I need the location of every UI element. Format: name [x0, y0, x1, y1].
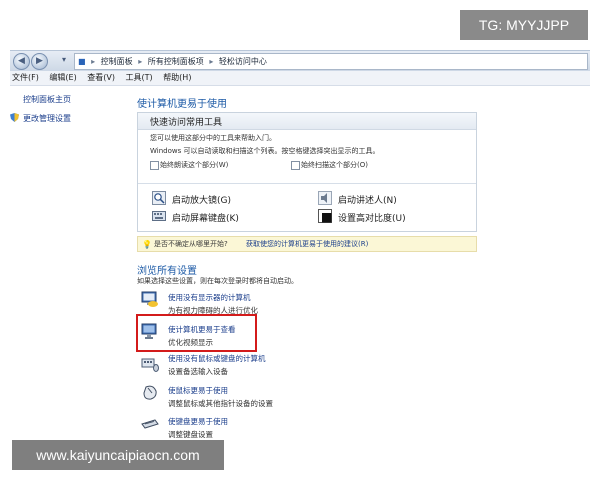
back-button[interactable]: ◀	[13, 53, 30, 70]
breadcrumb-separator: ▸	[138, 57, 143, 66]
page-title: 使计算机更易于使用	[137, 99, 227, 110]
start-magnifier-link[interactable]: 启动放大镜(G)	[172, 193, 231, 206]
mouse-icon	[143, 385, 157, 400]
suggestion-question: 是否不确定从哪里开始?	[154, 240, 228, 248]
category-mouse-easier-link[interactable]: 使鼠标更易于使用	[168, 385, 228, 396]
quick-access-title: 快速访问常用工具	[150, 118, 223, 128]
set-high-contrast-link[interactable]: 设置高对比度(U)	[338, 211, 406, 224]
control-panel-home-link[interactable]: 控制面板主页	[23, 94, 71, 105]
breadcrumb-separator: ▸	[91, 57, 96, 66]
menu-tools[interactable]: 工具(T)	[126, 73, 153, 82]
get-recommendations-link[interactable]: 获取使您的计算机更易于使用的建议(R)	[246, 237, 368, 251]
back-arrow-icon: ◀	[18, 56, 25, 66]
always-read-label[interactable]: 始终朗读这个部分(W)	[160, 160, 228, 170]
watermark-bottom: www.kaiyuncaipiaocn.com	[12, 440, 224, 470]
menu-file[interactable]: 文件(F)	[12, 73, 39, 82]
quick-access-panel: 快速访问常用工具 您可以使用这部分中的工具来帮助入门。 Windows 可以自动…	[137, 112, 477, 232]
category-keyboard-easier-desc: 调整键盘设置	[168, 430, 213, 439]
shield-icon	[10, 113, 19, 122]
quick-access-header: 快速访问常用工具	[138, 113, 476, 130]
category-no-mouse-keyboard-desc: 设置备选输入设备	[168, 367, 228, 376]
breadcrumb-item-all-items[interactable]: 所有控制面板项	[148, 57, 204, 66]
control-panel-icon: ■	[78, 57, 86, 66]
divider	[138, 183, 476, 184]
watermark-top: TG: MYYJJPP	[460, 10, 588, 40]
category-mouse-easier-desc: 调整鼠标或其他指针设备的设置	[168, 399, 273, 408]
menu-edit[interactable]: 编辑(E)	[49, 73, 76, 82]
suggestion-bar: 💡 是否不确定从哪里开始? 获取使您的计算机更易于使用的建议(R)	[137, 236, 477, 252]
breadcrumb-separator: ▸	[209, 57, 214, 66]
breadcrumb-item-control-panel[interactable]: 控制面板	[101, 57, 133, 66]
forward-button[interactable]: ▶	[31, 53, 48, 70]
left-panel: 控制面板主页 更改管理设置	[10, 86, 128, 440]
menu-bar: 文件(F) 编辑(E) 查看(V) 工具(T) 帮助(H)	[10, 71, 590, 86]
magnifier-icon	[152, 191, 166, 205]
keyboard-icon	[141, 419, 159, 429]
always-read-checkbox[interactable]	[150, 161, 159, 170]
forward-arrow-icon: ▶	[36, 56, 43, 66]
high-contrast-icon	[318, 209, 332, 223]
always-scan-label[interactable]: 始终扫描这个部分(O)	[301, 160, 368, 170]
start-on-screen-keyboard-link[interactable]: 启动屏幕键盘(K)	[172, 211, 239, 224]
menu-view[interactable]: 查看(V)	[87, 73, 115, 82]
browse-settings-title: 浏览所有设置	[137, 266, 197, 277]
lightbulb-icon: 💡	[142, 240, 152, 249]
on-screen-keyboard-icon	[152, 211, 166, 221]
browse-settings-description: 如果选择这些设置，则在每次登录时都将自动启动。	[137, 277, 298, 285]
highlight-box	[136, 314, 257, 352]
start-narrator-link[interactable]: 启动讲述人(N)	[338, 193, 397, 206]
keyboard-mouse-icon	[141, 358, 159, 372]
menu-help[interactable]: 帮助(H)	[163, 73, 191, 82]
always-scan-checkbox[interactable]	[291, 161, 300, 170]
quick-access-line1: 您可以使用这部分中的工具来帮助入门。	[150, 134, 276, 142]
breadcrumb[interactable]: ■ ▸ 控制面板 ▸ 所有控制面板项 ▸ 轻松访问中心	[74, 53, 588, 70]
history-dropdown-icon[interactable]: ▾	[62, 55, 66, 64]
breadcrumb-item-ease-of-access[interactable]: 轻松访问中心	[219, 57, 267, 66]
category-no-display-link[interactable]: 使用没有显示器的计算机	[168, 292, 251, 303]
narrator-icon	[318, 191, 332, 205]
category-keyboard-easier-link[interactable]: 使键盘更易于使用	[168, 416, 228, 427]
address-bar: ◀ ▶ ▾ ■ ▸ 控制面板 ▸ 所有控制面板项 ▸ 轻松访问中心	[10, 50, 590, 71]
quick-access-line2: Windows 可以自动读取和扫描这个列表。按空格键选择突出显示的工具。	[150, 147, 380, 155]
monitor-off-icon	[141, 291, 158, 307]
category-no-mouse-keyboard-link[interactable]: 使用没有鼠标或键盘的计算机	[168, 353, 266, 364]
change-admin-settings-link[interactable]: 更改管理设置	[23, 113, 71, 124]
